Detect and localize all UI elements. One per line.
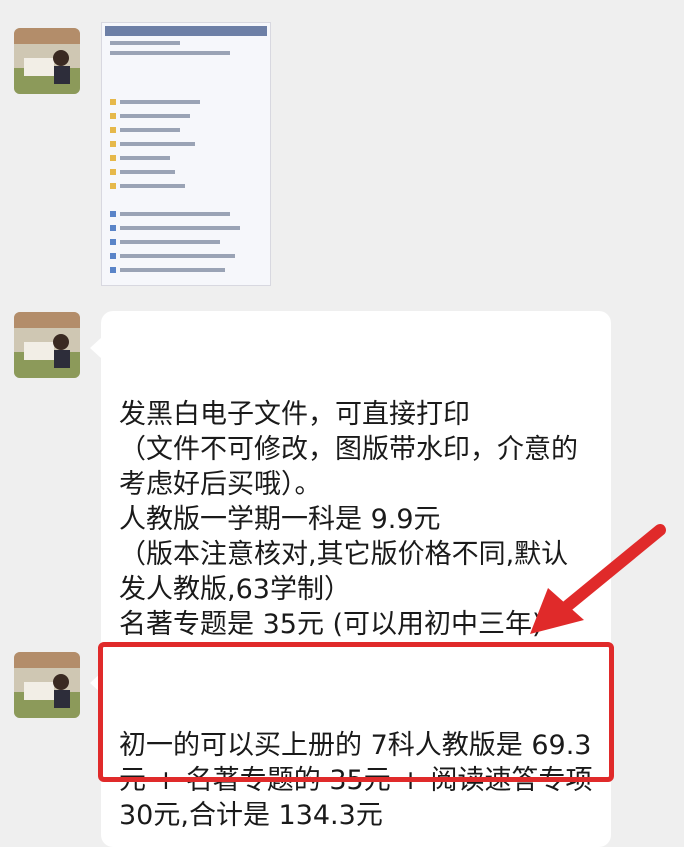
avatar[interactable] (14, 652, 80, 718)
folder-icon (110, 155, 116, 161)
list-item (110, 41, 180, 45)
avatar[interactable] (14, 28, 80, 94)
list-item (110, 51, 230, 55)
document-icon (110, 253, 116, 259)
message-text: 发黑白电子文件，可直接打印 （文件不可修改，图版带水印，介意的考虑好后买哦）。 … (119, 399, 578, 640)
bubble-tail (90, 337, 102, 359)
document-icon (110, 239, 116, 245)
document-icon (110, 211, 116, 217)
list-item (120, 240, 220, 244)
folder-icon (110, 99, 116, 105)
folder-icon (110, 113, 116, 119)
list-item (120, 128, 180, 132)
avatar[interactable] (14, 312, 80, 378)
list-item (120, 114, 190, 118)
folder-icon (110, 183, 116, 189)
window-titlebar (105, 26, 267, 36)
list-item (120, 212, 230, 216)
image-message[interactable] (101, 22, 271, 286)
list-item (120, 254, 235, 258)
list-item (120, 142, 195, 146)
red-arrow-icon (530, 524, 666, 634)
list-item (120, 184, 185, 188)
document-icon (110, 225, 116, 231)
list-item (120, 156, 170, 160)
highlight-box (98, 642, 614, 782)
list-item (120, 100, 200, 104)
document-icon (110, 267, 116, 273)
list-item (120, 268, 225, 272)
list-item (120, 170, 175, 174)
folder-icon (110, 141, 116, 147)
folder-icon (110, 127, 116, 133)
list-item (120, 226, 240, 230)
folder-icon (110, 169, 116, 175)
